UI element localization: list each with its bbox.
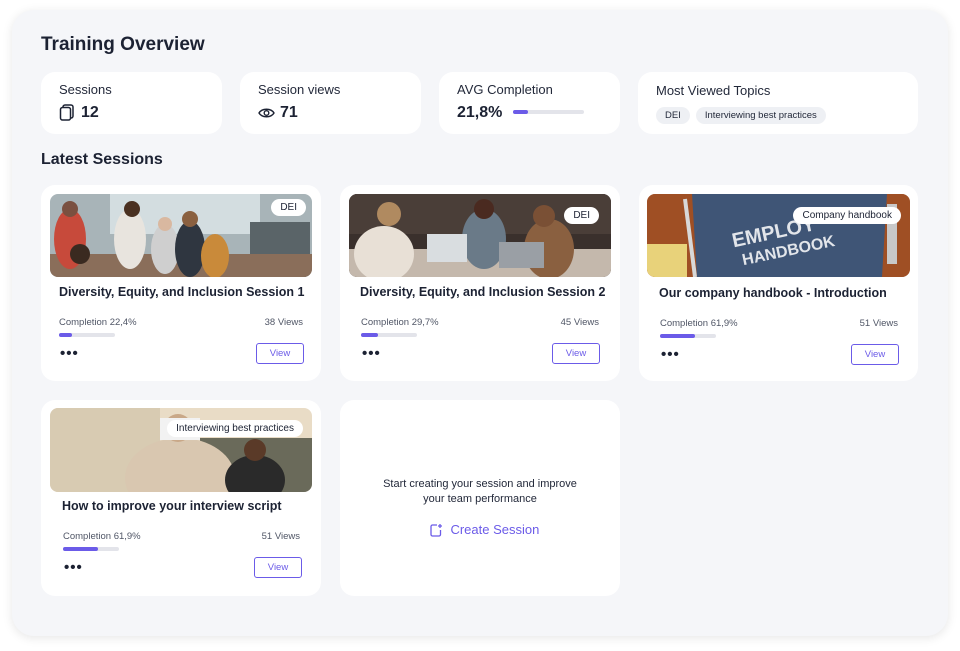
section-title: Latest Sessions: [41, 151, 163, 168]
session-tag: Company handbook: [793, 207, 901, 224]
session-thumbnail: DEI: [50, 194, 312, 277]
eye-icon: [258, 106, 275, 118]
session-tag: DEI: [564, 207, 599, 224]
more-icon[interactable]: •••: [661, 346, 680, 363]
session-card[interactable]: DEI Diversity, Equity, and Inclusion Ses…: [41, 185, 321, 381]
views-count: 38 Views: [264, 317, 303, 328]
completion-bar-fill: [660, 334, 695, 338]
view-button[interactable]: View: [552, 343, 600, 364]
view-button[interactable]: View: [851, 344, 899, 365]
create-session-label: Create Session: [450, 522, 540, 538]
stat-label: Session views: [258, 82, 341, 97]
session-card[interactable]: EMPLOY HANDBOOK Company handbook Our com…: [639, 185, 918, 381]
completion-label: Completion 61,9%: [63, 531, 141, 542]
completion-bar-fill: [59, 333, 72, 337]
new-session-icon: [430, 523, 443, 537]
prompt-line: Start creating your session and improve: [383, 478, 577, 490]
completion-bar: [59, 333, 115, 337]
session-title[interactable]: How to improve your interview script: [62, 499, 282, 513]
topic-chip[interactable]: DEI: [656, 107, 690, 124]
session-thumbnail: DEI: [349, 194, 611, 277]
stat-card-views: Session views 71: [240, 72, 421, 134]
create-session-card: Start creating your session and improve …: [340, 400, 620, 596]
create-session-button[interactable]: Create Session: [430, 521, 539, 539]
session-thumbnail: EMPLOY HANDBOOK Company handbook: [647, 194, 910, 277]
stat-value: 12: [81, 104, 99, 121]
session-card[interactable]: Interviewing best practices How to impro…: [41, 400, 321, 596]
stat-value: 21,8%: [457, 104, 503, 121]
stat-label: AVG Completion: [457, 82, 553, 97]
completion-bar: [660, 334, 716, 338]
more-icon[interactable]: •••: [60, 345, 79, 362]
topic-chip[interactable]: Interviewing best practices: [695, 107, 826, 124]
completion-bar: [63, 547, 119, 551]
session-title[interactable]: Diversity, Equity, and Inclusion Session…: [360, 285, 605, 299]
stat-card-completion: AVG Completion 21,8%: [439, 72, 620, 134]
completion-label: Completion 61,9%: [660, 318, 738, 329]
completion-bar-fill: [513, 110, 529, 114]
session-tag: Interviewing best practices: [167, 420, 303, 437]
completion-label: Completion 22,4%: [59, 317, 137, 328]
page-title: Training Overview: [41, 34, 205, 55]
create-session-prompt: Start creating your session and improve …: [340, 477, 620, 507]
prompt-line: your team performance: [423, 493, 537, 505]
more-icon[interactable]: •••: [64, 559, 83, 576]
views-count: 51 Views: [859, 318, 898, 329]
views-count: 51 Views: [261, 531, 300, 542]
topic-chips: DEI Interviewing best practices: [656, 105, 832, 124]
completion-bar-fill: [361, 333, 378, 337]
completion-bar: [513, 110, 584, 114]
session-card[interactable]: DEI Diversity, Equity, and Inclusion Ses…: [340, 185, 620, 381]
more-icon[interactable]: •••: [362, 345, 381, 362]
copy-icon: [59, 104, 75, 121]
session-thumbnail: Interviewing best practices: [50, 408, 312, 492]
stat-label: Most Viewed Topics: [656, 83, 771, 98]
views-count: 45 Views: [560, 317, 599, 328]
stat-label: Sessions: [59, 82, 112, 97]
session-tag: DEI: [271, 199, 306, 216]
completion-label: Completion 29,7%: [361, 317, 439, 328]
stat-card-sessions: Sessions 12: [41, 72, 222, 134]
session-title[interactable]: Diversity, Equity, and Inclusion Session…: [59, 285, 304, 299]
completion-bar-fill: [63, 547, 98, 551]
completion-bar: [361, 333, 417, 337]
view-button[interactable]: View: [254, 557, 302, 578]
session-title[interactable]: Our company handbook - Introduction: [659, 286, 887, 300]
view-button[interactable]: View: [256, 343, 304, 364]
stat-value: 71: [280, 104, 298, 121]
stat-card-topics: Most Viewed Topics DEI Interviewing best …: [638, 72, 918, 134]
